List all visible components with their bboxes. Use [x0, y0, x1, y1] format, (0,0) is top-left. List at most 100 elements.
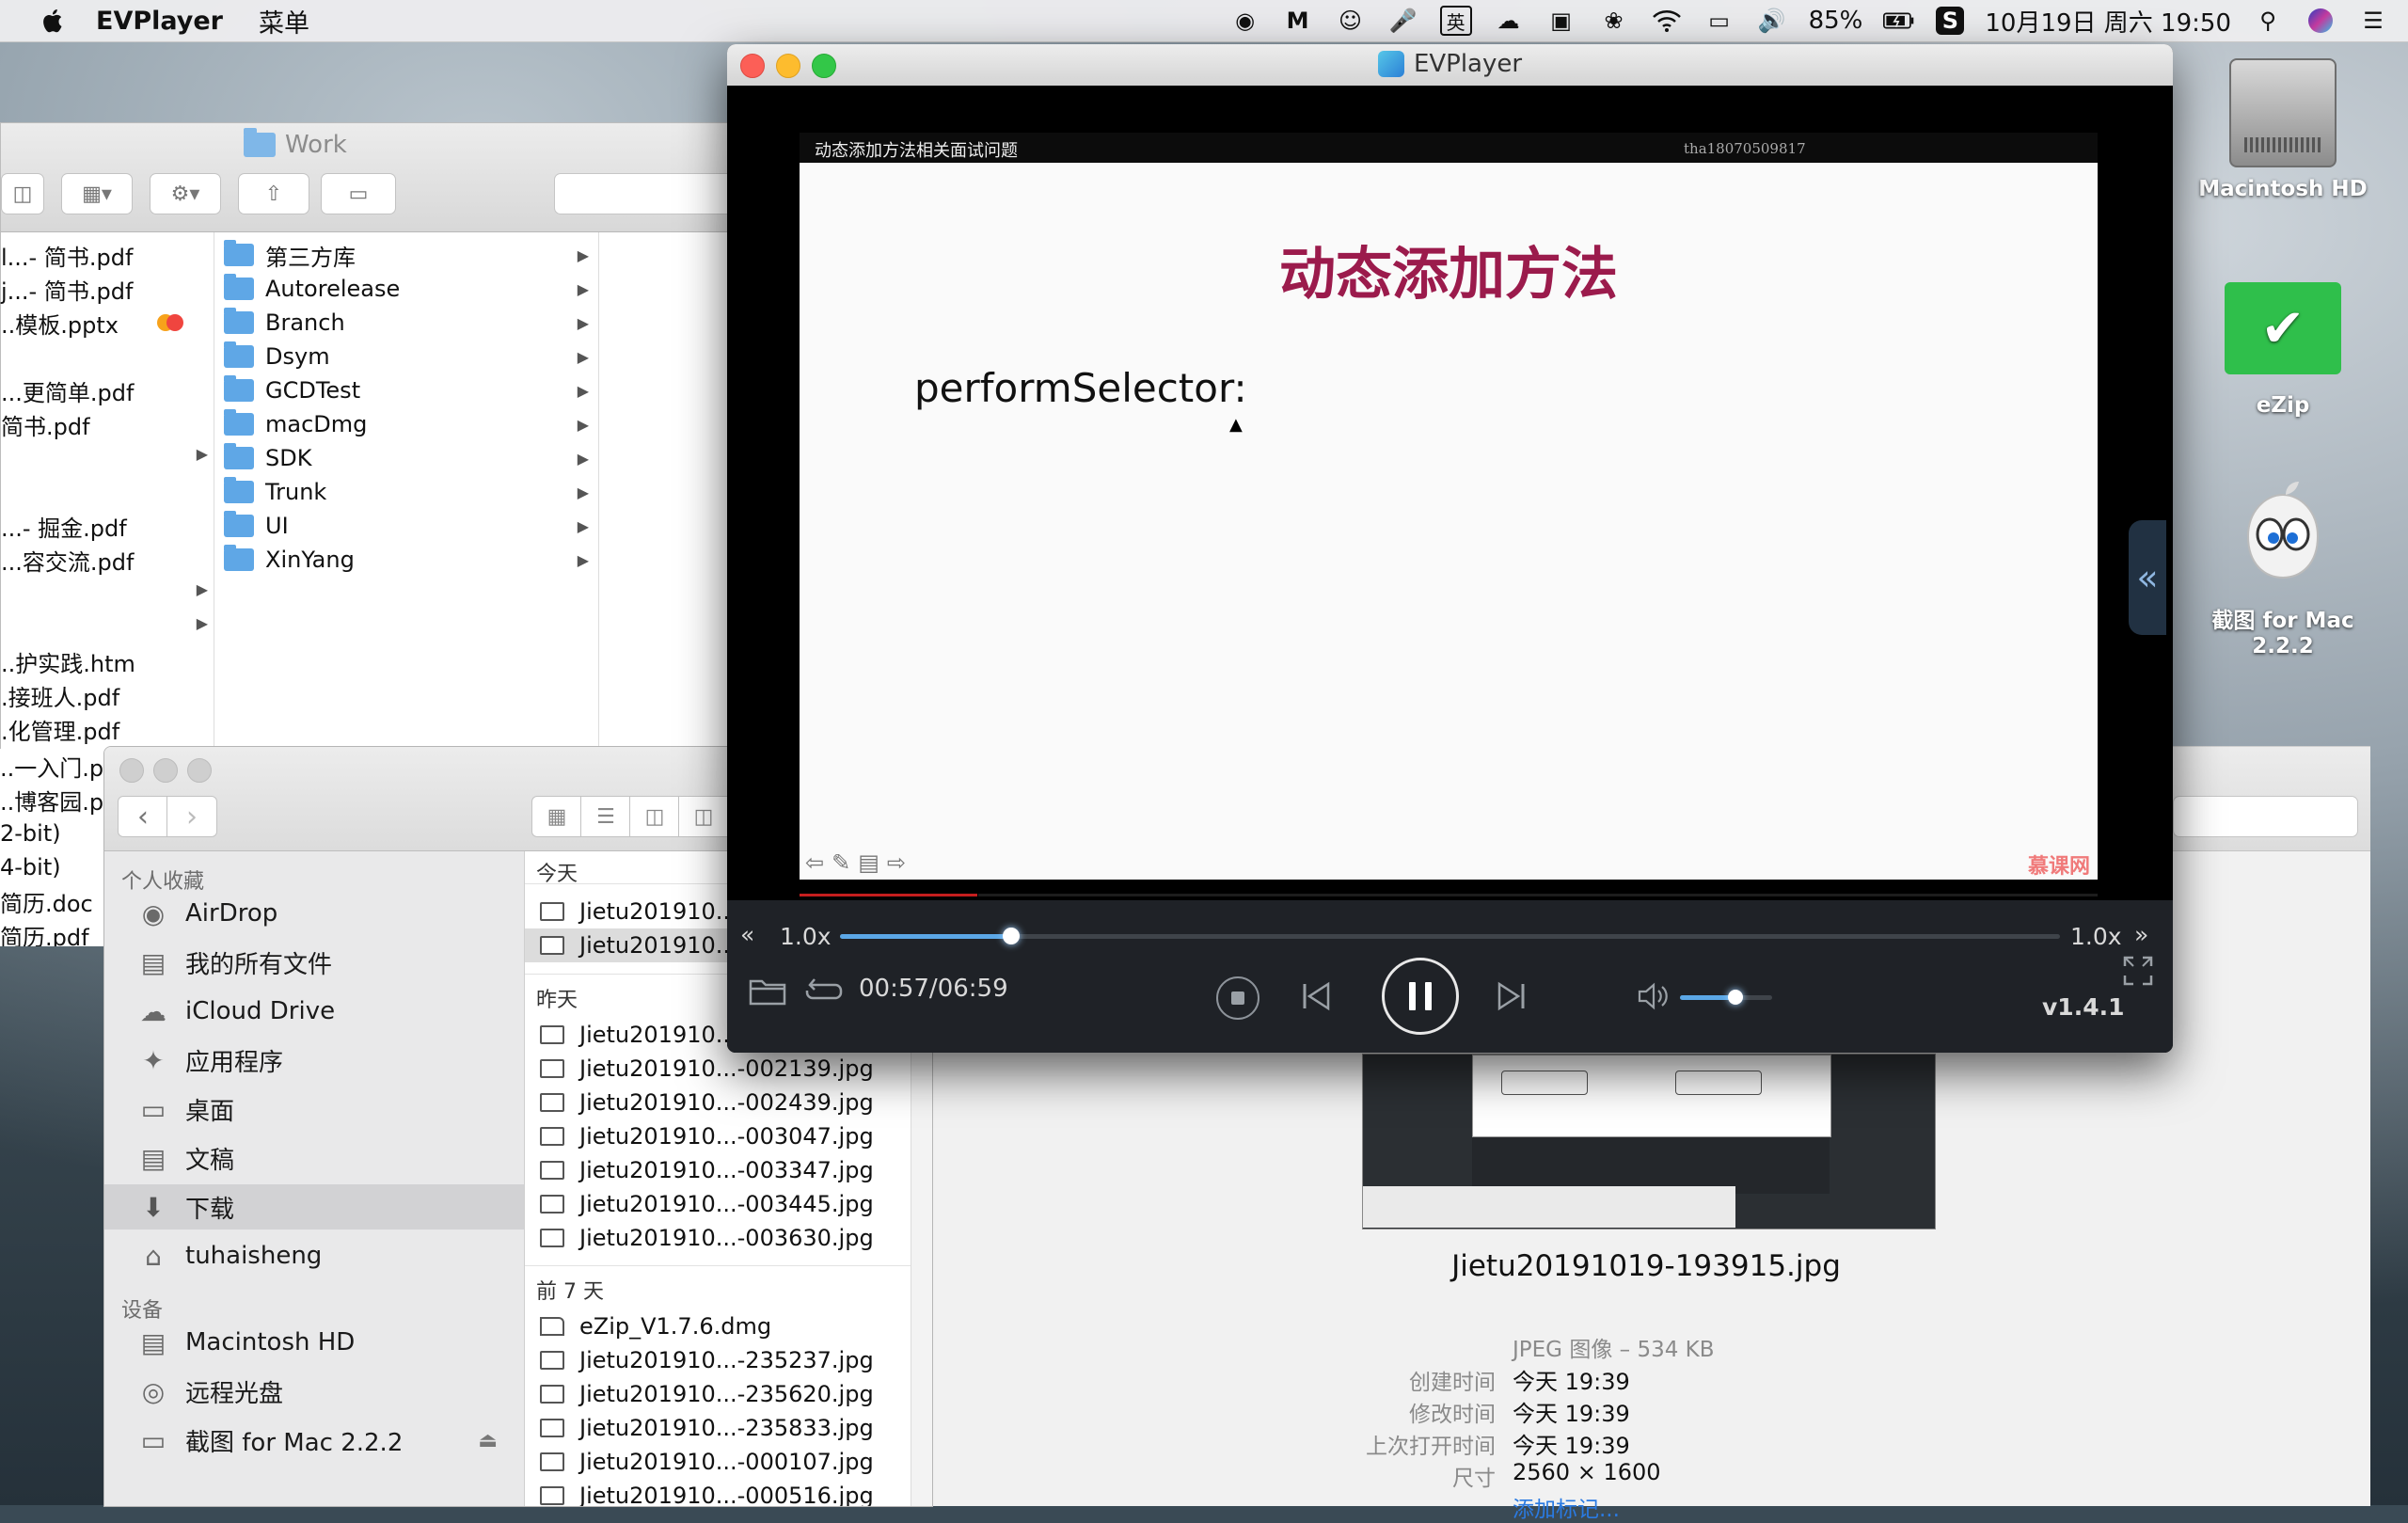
- share-button[interactable]: ⇧: [238, 173, 309, 214]
- sidebar-item-desktop[interactable]: ▭ 桌面: [104, 1087, 524, 1132]
- desktop-icon-macintosh-hd[interactable]: Macintosh HD: [2189, 58, 2377, 201]
- sidebar-item-remote-disc[interactable]: ◎ 远程光盘: [104, 1369, 524, 1414]
- folder-item[interactable]: Trunk ▶: [224, 475, 594, 509]
- volume-icon[interactable]: 🔊: [1756, 7, 1788, 35]
- list-item[interactable]: Jietu201910...-003347.jpg: [525, 1153, 911, 1187]
- folder-item[interactable]: GCDTest ▶: [224, 373, 594, 407]
- siri-icon[interactable]: [2305, 7, 2337, 35]
- menu-app-name[interactable]: EVPlayer: [96, 7, 223, 36]
- file-item[interactable]: j...- 简书.pdf: [1, 272, 133, 306]
- airplay-icon[interactable]: ▭: [1703, 7, 1735, 35]
- speed-slider-knob[interactable]: [1002, 928, 1020, 944]
- arrange-button[interactable]: ▦▾: [61, 173, 133, 214]
- folder-item[interactable]: Branch ▶: [224, 306, 594, 340]
- list-item[interactable]: Jietu201910...-235237.jpg: [525, 1343, 911, 1377]
- search-field[interactable]: [2173, 796, 2358, 837]
- speed-up-icon[interactable]: »: [2134, 921, 2148, 948]
- clock[interactable]: 10月19日 周六 19:50: [1985, 4, 2231, 39]
- stop-button[interactable]: [1216, 976, 1259, 1020]
- folder-item[interactable]: XinYang ▶: [224, 543, 594, 577]
- playback-progress-rail[interactable]: [978, 894, 2098, 896]
- folder-item[interactable]: UI ▶: [224, 509, 594, 543]
- sidebar-item-jietu-disk[interactable]: ▭ 截图 for Mac 2.2.2 ⏏: [104, 1418, 524, 1463]
- file-item[interactable]: ...容交流.pdf: [1, 543, 134, 577]
- sidebar-item-macintosh-hd[interactable]: ▤ Macintosh HD: [104, 1320, 524, 1365]
- volume-slider[interactable]: [1680, 990, 1772, 1005]
- playback-progress-bar[interactable]: [800, 894, 978, 896]
- desktop-icon-jietu[interactable]: 截图 for Mac 2.2.2: [2189, 480, 2377, 658]
- file-item[interactable]: .化管理.pdf: [1, 712, 119, 746]
- list-item[interactable]: Jietu201910...-000107.jpg: [525, 1445, 911, 1479]
- tag-button[interactable]: ▭: [321, 173, 396, 214]
- file-item[interactable]: ..博客园.pdf: [0, 783, 103, 817]
- wifi-icon[interactable]: [1651, 7, 1683, 35]
- input-method-icon[interactable]: 英: [1439, 6, 1472, 36]
- desktop-icon-ezip[interactable]: ✔ eZip: [2189, 282, 2377, 418]
- list-item[interactable]: Jietu201910...-235833.jpg: [525, 1411, 911, 1445]
- cat-app-icon[interactable]: ◉: [1229, 7, 1261, 35]
- icon-view-button[interactable]: ▦: [531, 796, 582, 837]
- list-item[interactable]: Jietu201910...-000516.jpg: [525, 1479, 911, 1506]
- next-button[interactable]: [1493, 977, 1530, 1015]
- open-folder-icon[interactable]: [748, 974, 787, 1007]
- list-item[interactable]: eZip_V1.7.6.dmg: [525, 1309, 911, 1343]
- evernote-icon[interactable]: ❀: [1598, 7, 1630, 35]
- sidebar-toggle-icon[interactable]: «: [2129, 520, 2166, 635]
- smile-app-icon[interactable]: ☺: [1335, 7, 1367, 35]
- zoom-button[interactable]: [187, 758, 212, 783]
- list-item[interactable]: Jietu201910...-003047.jpg: [525, 1119, 911, 1153]
- volume-slider-knob[interactable]: [1727, 990, 1743, 1005]
- coverflow-view-button[interactable]: ◫: [1, 173, 44, 214]
- file-item[interactable]: 简历.pdf: [0, 918, 89, 947]
- file-item[interactable]: 2-bit): [0, 817, 61, 850]
- sidebar-item-all-files[interactable]: ▤ 我的所有文件: [104, 940, 524, 985]
- folder-item[interactable]: 第三方库 ▶: [224, 238, 594, 272]
- file-item[interactable]: ...- 掘金.pdf: [1, 509, 127, 543]
- list-item[interactable]: Jietu201910...-003630.jpg: [525, 1221, 911, 1255]
- image-thumbnail[interactable]: [1362, 1054, 1936, 1230]
- pause-button[interactable]: [1382, 958, 1459, 1035]
- previous-button[interactable]: [1297, 977, 1335, 1015]
- column-view-button[interactable]: ◫: [629, 796, 680, 837]
- sidebar-item-home[interactable]: ⌂ tuhaisheng: [104, 1233, 524, 1278]
- loop-icon[interactable]: [802, 974, 846, 1007]
- cloud-app-icon[interactable]: ☁: [1493, 7, 1525, 35]
- video-area[interactable]: 动态添加方法相关面试问题 tha18070509817 动态添加方法 perfo…: [727, 86, 2173, 942]
- folder-item[interactable]: Autorelease ▶: [224, 272, 594, 306]
- file-item[interactable]: l...- 简书.pdf: [1, 238, 133, 272]
- file-item[interactable]: ..一入门.pdf: [0, 749, 103, 783]
- minimize-button[interactable]: [153, 758, 178, 783]
- list-item[interactable]: Jietu201910...-235620.jpg: [525, 1377, 911, 1411]
- display-icon[interactable]: ▣: [1545, 7, 1577, 35]
- menu-item[interactable]: 菜单: [259, 3, 309, 40]
- sidebar-item-airdrop[interactable]: ◉ AirDrop: [104, 891, 524, 936]
- file-item[interactable]: 4-bit): [0, 850, 61, 884]
- sidebar-item-documents[interactable]: ▤ 文稿: [104, 1135, 524, 1181]
- list-view-button[interactable]: ☰: [580, 796, 631, 837]
- gmail-icon[interactable]: M: [1282, 7, 1314, 35]
- file-item[interactable]: 简历.doc: [0, 884, 93, 918]
- file-item[interactable]: ..模板.pptx: [1, 306, 119, 340]
- add-tags-link[interactable]: 添加标记...: [1513, 1491, 1620, 1523]
- sidebar-item-icloud[interactable]: ☁ iCloud Drive: [104, 989, 524, 1034]
- gallery-view-button[interactable]: ◫: [678, 796, 729, 837]
- volume-icon[interactable]: [1635, 981, 1672, 1011]
- list-item[interactable]: Jietu201910...-003445.jpg: [525, 1187, 911, 1221]
- sidebar-item-applications[interactable]: ✦ 应用程序: [104, 1038, 524, 1083]
- forward-button[interactable]: ›: [166, 796, 217, 837]
- spotlight-icon[interactable]: ⚲: [2252, 7, 2284, 35]
- close-button[interactable]: [119, 758, 144, 783]
- file-item[interactable]: .接班人.pdf: [1, 678, 119, 712]
- list-item[interactable]: Jietu201910...-002439.jpg: [525, 1086, 911, 1119]
- back-button[interactable]: ‹: [118, 796, 168, 837]
- speed-down-icon[interactable]: «: [740, 921, 754, 948]
- notification-center-icon[interactable]: ☰: [2357, 7, 2389, 35]
- eject-icon[interactable]: ⏏: [478, 1429, 498, 1452]
- file-item[interactable]: ...更简单.pdf: [1, 373, 134, 407]
- list-item[interactable]: Jietu201910...-002139.jpg: [525, 1052, 911, 1086]
- search-field[interactable]: [554, 173, 744, 214]
- file-item[interactable]: 简书.pdf: [1, 407, 90, 441]
- fullscreen-icon[interactable]: [2119, 952, 2157, 990]
- microphone-icon[interactable]: 🎤: [1387, 7, 1419, 35]
- folder-item[interactable]: macDmg ▶: [224, 407, 594, 441]
